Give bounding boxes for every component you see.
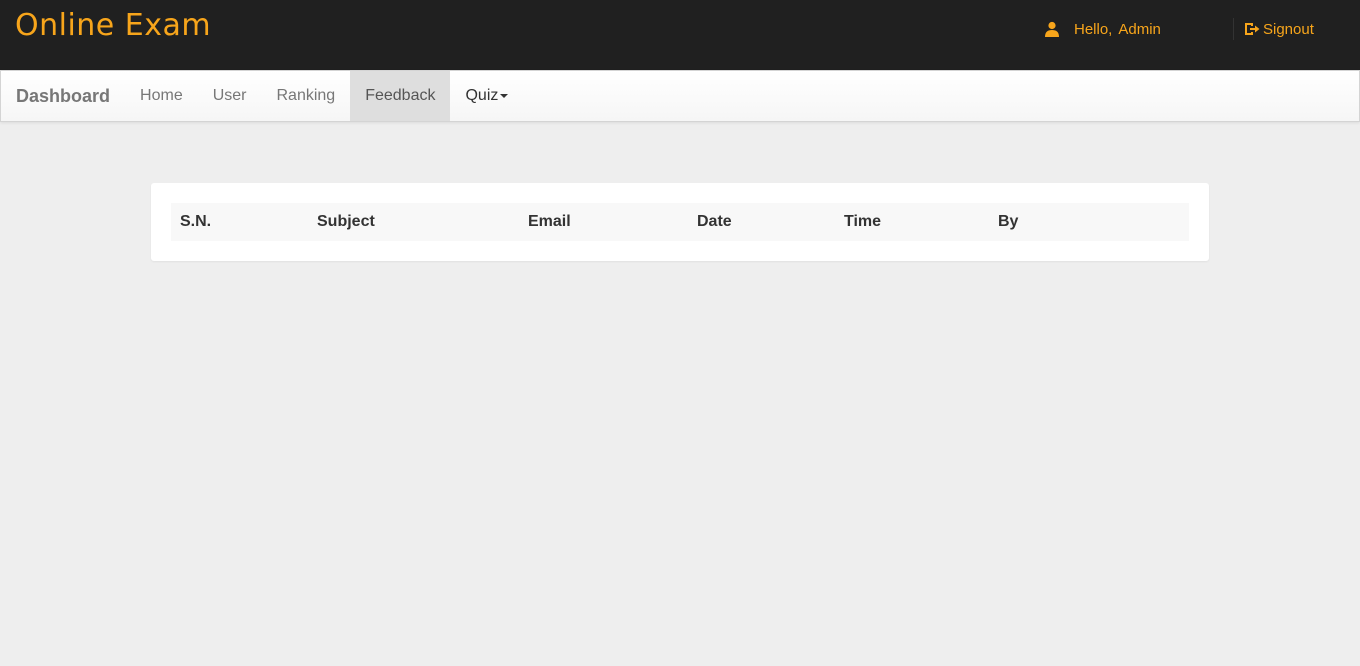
column-header-subject: Subject bbox=[317, 213, 375, 230]
table-header-row: S.N. Subject Email Date Time By bbox=[171, 203, 1189, 241]
greeting-text: Hello, bbox=[1074, 20, 1113, 38]
column-header-time: Time bbox=[844, 213, 882, 230]
column-header-by: By bbox=[998, 213, 1019, 230]
feedback-panel: S.N. Subject Email Date Time By bbox=[151, 183, 1209, 261]
nav-item-ranking[interactable]: Ranking bbox=[262, 71, 351, 121]
caret-down-icon bbox=[500, 94, 509, 98]
column-header-date: Date bbox=[697, 213, 732, 230]
nav-item-user[interactable]: User bbox=[198, 71, 262, 121]
user-greeting: Hello, Admin bbox=[1044, 19, 1161, 39]
username-text: Admin bbox=[1118, 20, 1161, 38]
nav-dashboard[interactable]: Dashboard bbox=[1, 71, 125, 121]
top-header: Online Exam Hello, Admin Signout bbox=[0, 0, 1360, 70]
signout-label: Signout bbox=[1263, 20, 1314, 38]
column-header-email: Email bbox=[528, 213, 571, 230]
nav-item-quiz-dropdown[interactable]: Quiz bbox=[450, 71, 523, 121]
column-header-sn: S.N. bbox=[180, 213, 212, 230]
nav-item-home[interactable]: Home bbox=[125, 71, 198, 121]
signout-link[interactable]: Signout bbox=[1244, 19, 1314, 39]
main-navbar: Dashboard Home User Ranking Feedback Qui… bbox=[0, 70, 1360, 122]
log-out-icon bbox=[1245, 23, 1260, 35]
header-divider bbox=[1233, 18, 1234, 40]
feedback-table: S.N. Subject Email Date Time By bbox=[171, 203, 1189, 241]
site-logo[interactable]: Online Exam bbox=[15, 8, 211, 43]
nav-item-feedback[interactable]: Feedback bbox=[350, 71, 451, 121]
nav-item-quiz-label: Quiz bbox=[465, 87, 499, 104]
user-icon bbox=[1045, 21, 1059, 37]
